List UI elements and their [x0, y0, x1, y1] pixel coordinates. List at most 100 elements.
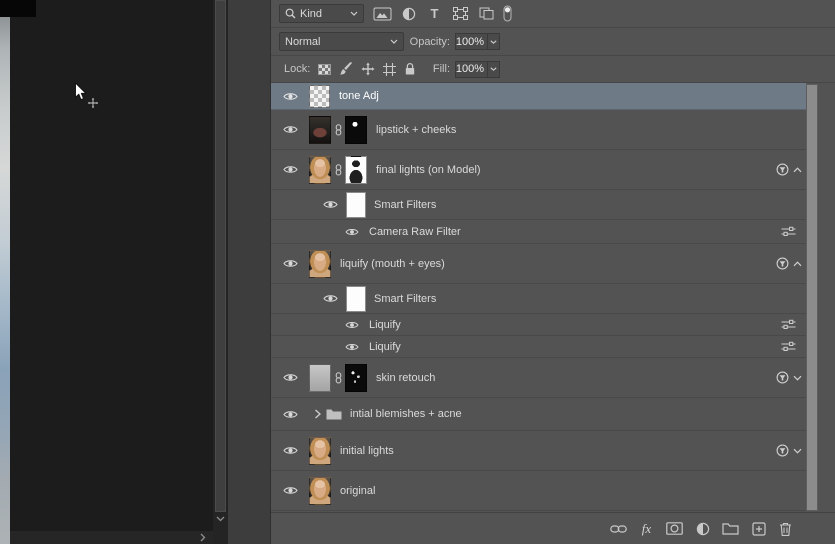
layer-thumbnail[interactable] [309, 115, 331, 144]
layer-name[interactable]: lipstick + cheeks [376, 124, 456, 136]
layer-row[interactable]: liquify (mouth + eyes) [271, 244, 806, 284]
layer-thumbnail[interactable] [309, 476, 331, 505]
layer-thumbnail[interactable] [309, 84, 330, 108]
smart-filter-badge-icon[interactable] [776, 371, 789, 384]
scroll-down-arrow-icon[interactable] [216, 516, 225, 522]
canvas-vertical-scrollbar[interactable] [213, 0, 228, 544]
layer-thumbnail[interactable] [309, 155, 331, 184]
scroll-right-arrow-icon[interactable] [200, 533, 206, 542]
pixel-filter-icon[interactable] [371, 4, 394, 23]
visibility-eye-icon[interactable] [271, 164, 309, 175]
layer-thumbnail[interactable] [309, 363, 331, 392]
lock-all-icon[interactable] [404, 62, 416, 76]
visibility-eye-icon[interactable] [271, 372, 309, 383]
layer-name[interactable]: skin retouch [376, 372, 435, 384]
mask-link-icon[interactable] [331, 371, 345, 384]
filter-item-row[interactable]: Camera Raw Filter [271, 220, 806, 244]
filter-name[interactable]: Liquify [369, 319, 401, 331]
layer-name[interactable]: liquify (mouth + eyes) [340, 258, 445, 270]
layer-name[interactable]: original [340, 485, 375, 497]
shape-filter-icon[interactable] [449, 4, 472, 23]
filter-kind-dropdown[interactable]: Kind [279, 4, 364, 23]
visibility-eye-icon[interactable] [339, 342, 365, 352]
layer-mask-thumbnail[interactable] [345, 115, 367, 144]
layer-thumbnail[interactable] [309, 249, 331, 278]
visibility-eye-icon[interactable] [271, 91, 309, 102]
layer-thumbnail[interactable] [309, 436, 331, 465]
opacity-value[interactable]: 100% [455, 33, 488, 50]
new-adjustment-icon[interactable] [695, 520, 710, 538]
chevron-down-icon[interactable] [793, 448, 802, 454]
smart-filters-label[interactable]: Smart Filters [374, 293, 436, 305]
layer-row[interactable]: final lights (on Model) [271, 150, 806, 190]
filter-item-row[interactable]: Liquify [271, 314, 806, 336]
layers-panel-scrollbar[interactable] [806, 84, 818, 511]
canvas-area[interactable] [0, 0, 213, 544]
chevron-up-icon[interactable] [793, 260, 802, 267]
adjustment-filter-icon[interactable] [397, 4, 420, 23]
lock-artboard-icon[interactable] [383, 62, 397, 76]
smart-filter-thumbnail[interactable] [346, 191, 366, 218]
smart-filter-badge-icon[interactable] [776, 163, 789, 176]
chevron-up-icon[interactable] [793, 166, 802, 173]
layer-name[interactable]: final lights (on Model) [376, 164, 481, 176]
visibility-eye-icon[interactable] [339, 227, 365, 237]
smart-filters-row[interactable]: Smart Filters [271, 190, 806, 220]
layer-row[interactable]: skin retouch [271, 358, 806, 398]
filter-blend-options-icon[interactable] [781, 226, 796, 237]
scrollbar-thumb[interactable] [807, 85, 817, 510]
group-folder-icon[interactable] [326, 408, 342, 420]
visibility-eye-icon[interactable] [317, 293, 343, 304]
filter-name[interactable]: Camera Raw Filter [369, 226, 461, 238]
mask-link-icon[interactable] [331, 123, 345, 136]
smart-filter-badge-icon[interactable] [776, 257, 789, 270]
chevron-down-icon[interactable] [793, 375, 802, 381]
filter-item-row[interactable]: Liquify [271, 336, 806, 358]
lock-pixels-icon[interactable] [339, 62, 353, 76]
new-group-icon[interactable] [722, 520, 739, 538]
visibility-eye-icon[interactable] [271, 124, 309, 135]
smart-filter-thumbnail[interactable] [346, 285, 366, 312]
opacity-field[interactable]: 100% [455, 33, 500, 50]
layer-effects-icon[interactable]: fx [639, 520, 654, 538]
layer-row[interactable]: original [271, 471, 806, 511]
scrollbar-thumb[interactable] [215, 0, 226, 512]
smart-filters-label[interactable]: Smart Filters [374, 199, 436, 211]
delete-layer-icon[interactable] [778, 520, 793, 538]
filter-blend-options-icon[interactable] [781, 341, 796, 352]
smart-filter-badge-icon[interactable] [776, 444, 789, 457]
visibility-eye-icon[interactable] [339, 320, 365, 330]
canvas-horizontal-scrollbar[interactable] [10, 531, 213, 544]
group-disclosure-icon[interactable] [309, 409, 325, 419]
layer-mask-thumbnail[interactable] [345, 155, 367, 184]
filter-toggle-switch[interactable] [503, 5, 512, 22]
smart-object-filter-icon[interactable] [475, 4, 498, 23]
smart-filters-row[interactable]: Smart Filters [271, 284, 806, 314]
layer-name[interactable]: tone Adj [339, 90, 379, 102]
visibility-eye-icon[interactable] [271, 409, 309, 420]
fill-field[interactable]: 100% [455, 60, 500, 78]
group-row[interactable]: intial blemishes + acne [271, 398, 806, 431]
mask-link-icon[interactable] [331, 163, 345, 176]
lock-position-icon[interactable] [361, 62, 375, 76]
opacity-dropdown-button[interactable] [488, 33, 500, 50]
fill-value[interactable]: 100% [455, 60, 488, 78]
layer-row[interactable]: tone Adj [271, 83, 806, 110]
visibility-eye-icon[interactable] [317, 199, 343, 210]
type-filter-icon[interactable]: T [423, 4, 446, 23]
fill-dropdown-button[interactable] [488, 60, 500, 78]
group-name[interactable]: intial blemishes + acne [350, 408, 462, 420]
lock-transparency-icon[interactable] [318, 63, 332, 75]
layer-row[interactable]: lipstick + cheeks [271, 110, 806, 150]
filter-blend-options-icon[interactable] [781, 319, 796, 330]
link-layers-icon[interactable] [610, 520, 627, 538]
add-mask-icon[interactable] [666, 520, 683, 538]
visibility-eye-icon[interactable] [271, 445, 309, 456]
layer-row[interactable]: initial lights [271, 431, 806, 471]
filter-name[interactable]: Liquify [369, 341, 401, 353]
blend-mode-dropdown[interactable]: Normal [279, 32, 404, 51]
new-layer-icon[interactable] [751, 520, 766, 538]
visibility-eye-icon[interactable] [271, 258, 309, 269]
layer-mask-thumbnail[interactable] [345, 363, 367, 392]
visibility-eye-icon[interactable] [271, 485, 309, 496]
